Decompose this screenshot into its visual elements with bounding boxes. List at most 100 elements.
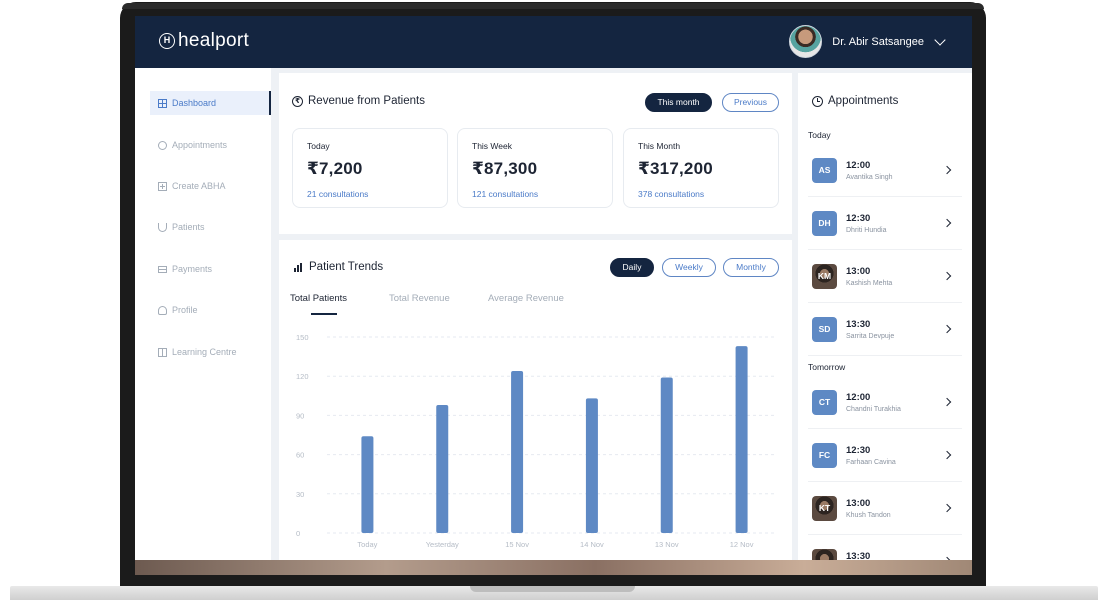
chevron-down-icon[interactable]	[934, 33, 946, 46]
chevron-right-icon[interactable]	[942, 450, 952, 460]
patient-name: Farhaan Cavina	[846, 459, 896, 466]
tab-total-patients[interactable]: Total Patients	[290, 293, 347, 304]
chevron-right-icon[interactable]	[942, 218, 952, 228]
sidebar-item-appointments[interactable]: Appointments	[150, 133, 271, 157]
stat-value: ₹7,200	[307, 159, 363, 178]
x-tick-label: 13 Nov	[655, 540, 679, 549]
appointment-row[interactable]: SD 13:30 Sarrita Devpuje	[808, 303, 962, 356]
sidebar-item-label: Profile	[172, 305, 198, 315]
sidebar-item-payments[interactable]: Payments	[150, 257, 271, 281]
appointments-title: Appointments	[812, 95, 898, 107]
rupee-icon: ₹	[292, 95, 303, 107]
stat-label: This Week	[472, 141, 512, 151]
y-tick-label: 150	[296, 333, 309, 342]
stat-card-today: Today ₹7,200 21 consultations	[292, 128, 448, 208]
sidebar-item-profile[interactable]: Profile	[150, 298, 271, 322]
appointment-time: 13:30	[846, 319, 871, 330]
user-menu[interactable]: Dr. Abir Satsangee	[789, 25, 946, 58]
sidebar-item-label: Payments	[172, 264, 213, 274]
healport-logo-icon: H	[159, 33, 175, 49]
revenue-title-text: Revenue from Patients	[308, 95, 425, 107]
appointment-row[interactable]: DH 12:30 Dhriti Hundia	[808, 197, 962, 250]
laptop-base-notch	[470, 586, 635, 592]
chevron-right-icon[interactable]	[942, 165, 952, 175]
stat-consultations: 121 consultations	[472, 189, 539, 199]
tab-total-revenue[interactable]: Total Revenue	[389, 293, 450, 304]
screen-bottom-photo-strip	[135, 560, 972, 575]
avatar: CT	[812, 390, 837, 415]
patient-name: Chandni Turakhia	[846, 406, 901, 413]
sidebar-item-dashboard[interactable]: Dashboard	[150, 91, 271, 115]
chevron-right-icon[interactable]	[942, 324, 952, 334]
sidebar-item-learning-centre[interactable]: Learning Centre	[150, 340, 271, 364]
patient-trends-chart: 0 30 60 90 120 150 Today Yesterday 15 Nov 14 Nov 1…	[296, 333, 776, 549]
brand-logo[interactable]: H healport	[159, 30, 249, 52]
y-tick-label: 30	[296, 490, 304, 499]
chevron-right-icon[interactable]	[942, 397, 952, 407]
bar	[735, 346, 748, 533]
laptop-bezel-edge	[122, 3, 984, 9]
sidebar-item-label: Patients	[172, 222, 205, 232]
sidebar-item-patients[interactable]: Patients	[150, 215, 271, 239]
clock-icon	[158, 140, 167, 150]
period-monthly-button[interactable]: Monthly	[723, 258, 779, 277]
revenue-title: ₹ Revenue from Patients	[292, 95, 425, 107]
plus-square-icon	[158, 181, 167, 191]
appointments-panel: Appointments Today AS 12:00 Avantika Sin…	[798, 73, 972, 575]
y-tick-label: 60	[296, 451, 304, 460]
chevron-right-icon[interactable]	[942, 503, 952, 513]
book-icon	[158, 347, 167, 357]
patient-trends-panel: Patient Trends Daily Weekly Monthly Tota…	[279, 240, 792, 575]
appointment-row[interactable]: AS 12:00 Avantika Singh	[808, 144, 962, 197]
appointment-time: 12:30	[846, 445, 871, 456]
patient-name: Kashish Mehta	[846, 280, 893, 287]
sidebar-item-create-abha[interactable]: Create ABHA	[150, 174, 271, 198]
appointment-row[interactable]: KM 13:00 Kashish Mehta	[808, 250, 962, 303]
stat-value: ₹317,200	[638, 159, 713, 178]
app-screen: H healport Dr. Abir Satsangee Dashboard …	[135, 16, 972, 575]
stat-card-this-month: This Month ₹317,200 378 consultations	[623, 128, 779, 208]
avatar: FC	[812, 443, 837, 468]
avatar[interactable]	[789, 25, 823, 58]
patient-name: Dhriti Hundia	[846, 227, 887, 234]
appointments-title-text: Appointments	[828, 95, 899, 107]
previous-button[interactable]: Previous	[722, 93, 779, 112]
avatar: AS	[812, 158, 837, 183]
top-bar: H healport Dr. Abir Satsangee	[135, 16, 972, 68]
sidebar-item-label: Dashboard	[172, 98, 217, 108]
x-tick-label: 15 Nov	[505, 540, 529, 549]
this-month-button[interactable]: This month	[645, 93, 712, 112]
y-tick-label: 120	[296, 372, 309, 381]
bar	[361, 436, 374, 533]
stat-value: ₹87,300	[472, 159, 538, 178]
avatar: DH	[812, 211, 837, 236]
x-tick-label: Yesterday	[426, 540, 459, 549]
appointment-time: 12:00	[846, 392, 871, 403]
period-daily-button[interactable]: Daily	[610, 258, 654, 277]
grid-icon	[158, 98, 167, 108]
patient-name: Sarrita Devpuje	[846, 333, 895, 340]
appointment-time: 12:00	[846, 160, 871, 171]
stat-consultations: 378 consultations	[638, 189, 705, 199]
stat-card-this-week: This Week ₹87,300 121 consultations	[457, 128, 613, 208]
appointment-row[interactable]: FC 12:30 Farhaan Cavina	[808, 429, 962, 482]
period-weekly-button[interactable]: Weekly	[662, 258, 716, 277]
bar	[436, 404, 449, 533]
appointment-row[interactable]: CT 12:00 Chandni Turakhia	[808, 376, 962, 429]
bar	[585, 398, 598, 533]
active-tab-indicator	[311, 313, 337, 315]
section-tomorrow: Tomorrow	[808, 362, 846, 372]
user-icon	[158, 305, 167, 315]
chevron-right-icon[interactable]	[942, 271, 952, 281]
sidebar: Dashboard Appointments Create ABHA Patie…	[135, 68, 271, 575]
appointment-time: 12:30	[846, 213, 871, 224]
patient-name: Avantika Singh	[846, 174, 893, 181]
x-tick-label: 12 Nov	[730, 540, 754, 549]
avatar: KT	[812, 496, 837, 521]
bar	[660, 377, 673, 533]
credit-card-icon	[158, 265, 167, 273]
tab-average-revenue[interactable]: Average Revenue	[488, 293, 564, 304]
revenue-panel: ₹ Revenue from Patients This month Previ…	[279, 73, 792, 234]
appointment-row[interactable]: KT 13:00 Khush Tandon	[808, 482, 962, 535]
appointment-time: 13:00	[846, 266, 871, 277]
